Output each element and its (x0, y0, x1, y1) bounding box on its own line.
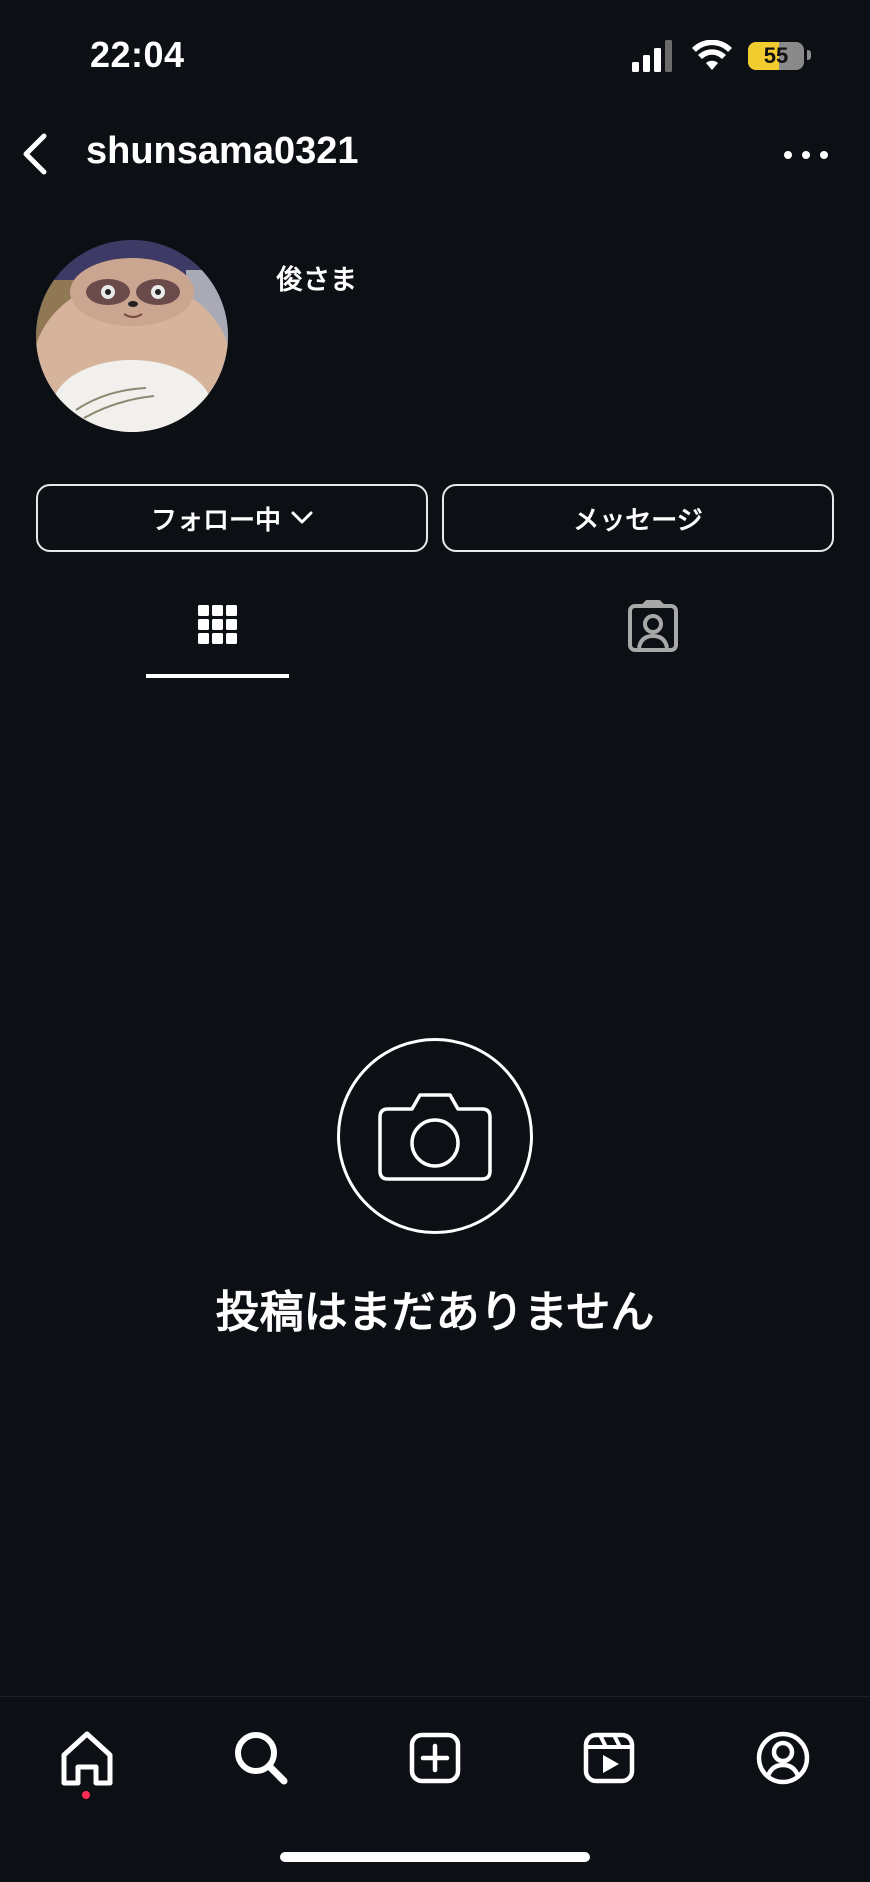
search-icon (235, 1732, 288, 1785)
avatar[interactable] (36, 240, 228, 432)
profile-icon (756, 1731, 810, 1785)
more-options-button[interactable] (778, 140, 834, 170)
status-icons: 55 (632, 40, 812, 76)
home-indicator[interactable] (280, 1852, 590, 1862)
grid-icon (198, 605, 237, 644)
following-button[interactable]: フォロー中 (36, 484, 428, 552)
tab-tagged[interactable] (553, 596, 753, 682)
empty-state-camera (337, 1038, 533, 1234)
following-button-label: フォロー中 (150, 504, 281, 535)
reels-icon (583, 1732, 635, 1784)
tagged-person-icon (628, 600, 678, 652)
status-time: 22:04 (90, 34, 185, 75)
camera-icon (378, 1093, 492, 1181)
more-horizontal-icon (784, 151, 828, 159)
message-button-label: メッセージ (573, 504, 703, 535)
chevron-down-icon (291, 511, 313, 524)
active-tab-indicator (146, 674, 289, 678)
message-button[interactable]: メッセージ (442, 484, 834, 552)
empty-state-text: 投稿はまだありません (215, 1288, 655, 1337)
nav-search[interactable] (226, 1723, 296, 1793)
profile-screen: 22:04 55 shunsama0321 俊さま フォロー中 メッセージ 投稿… (0, 0, 870, 1882)
profile-username: shunsama0321 (86, 130, 359, 172)
battery-level: 55 (763, 43, 789, 68)
nav-reels[interactable] (574, 1723, 644, 1793)
chevron-left-icon (23, 133, 47, 175)
nav-create[interactable] (400, 1723, 470, 1793)
wifi-icon (692, 40, 732, 70)
display-name: 俊さま (276, 265, 357, 295)
avatar-image (36, 240, 228, 432)
notification-dot (82, 1791, 90, 1799)
battery-tip (807, 50, 811, 60)
back-button[interactable] (14, 126, 58, 182)
battery-icon: 55 (748, 42, 804, 70)
nav-home[interactable] (52, 1723, 122, 1793)
cellular-signal-icon (632, 40, 672, 72)
home-icon (61, 1731, 113, 1786)
nav-profile[interactable] (748, 1723, 818, 1793)
create-icon (409, 1732, 461, 1784)
tab-posts-grid[interactable] (118, 596, 318, 682)
